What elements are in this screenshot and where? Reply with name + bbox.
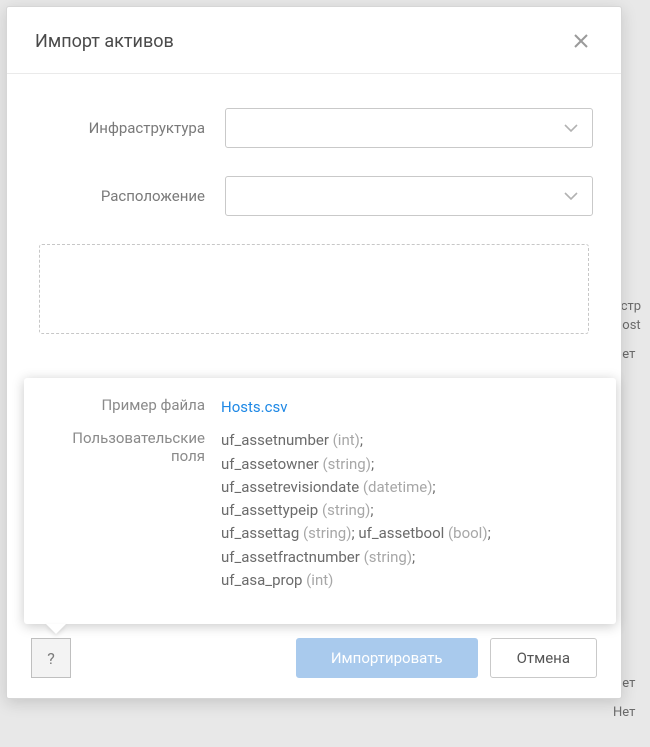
field-name: uf_asa_prop xyxy=(221,571,302,589)
cancel-button[interactable]: Отмена xyxy=(490,638,597,678)
field-type: (datetime) xyxy=(363,478,433,496)
field-type: (bool) xyxy=(448,524,488,542)
chevron-down-icon xyxy=(564,124,578,132)
field-type: (int) xyxy=(306,571,333,589)
dialog-title: Импорт активов xyxy=(35,31,174,52)
chevron-down-icon xyxy=(564,192,578,200)
close-button[interactable] xyxy=(569,29,593,53)
sample-file-link[interactable]: Hosts.csv xyxy=(221,398,287,416)
field-type: (string) xyxy=(323,455,371,473)
custom-fields-row: Пользовательские поля uf_assetnumber (in… xyxy=(46,429,594,592)
custom-fields-list: uf_assetnumber (int);uf_assetowner (stri… xyxy=(221,429,594,592)
close-icon xyxy=(574,34,588,48)
import-button[interactable]: Импортировать xyxy=(296,638,478,678)
field-line: uf_assettypeip (string); xyxy=(221,499,594,522)
field-line: uf_assetnumber (int); xyxy=(221,429,594,452)
field-name: uf_assetbool xyxy=(358,524,444,542)
field-line: uf_assetowner (string); xyxy=(221,453,594,476)
field-line: uf_asa_prop (int) xyxy=(221,569,594,592)
field-line: uf_assetfractnumber (string); xyxy=(221,546,594,569)
field-type: (int) xyxy=(333,431,360,449)
help-button[interactable]: ? xyxy=(31,638,71,678)
infrastructure-select[interactable] xyxy=(225,108,593,148)
field-name: uf_assetfractnumber xyxy=(221,548,360,566)
file-dropzone[interactable] xyxy=(39,244,589,334)
cancel-button-label: Отмена xyxy=(517,649,570,667)
help-icon: ? xyxy=(47,649,55,668)
dialog-footer: ? Импортировать Отмена xyxy=(7,624,621,698)
location-row: Расположение xyxy=(35,176,593,216)
location-label: Расположение xyxy=(35,187,225,205)
field-name: uf_assetnumber xyxy=(221,431,329,449)
field-type: (string) xyxy=(303,524,351,542)
field-name: uf_assettag xyxy=(221,524,299,542)
infrastructure-row: Инфраструктура xyxy=(35,108,593,148)
help-popover: Пример файла Hosts.csv Пользовательские … xyxy=(24,378,616,624)
field-type: (string) xyxy=(364,548,412,566)
infrastructure-label: Инфраструктура xyxy=(35,119,225,137)
dialog-header: Импорт активов xyxy=(7,7,621,74)
sample-file-row: Пример файла Hosts.csv xyxy=(46,396,594,419)
field-name: uf_assettypeip xyxy=(221,501,318,519)
field-name: uf_assetowner xyxy=(221,455,319,473)
custom-fields-label: Пользовательские поля xyxy=(46,429,221,592)
field-line: uf_assettag (string); uf_assetbool (bool… xyxy=(221,522,594,545)
bg-text: Нет xyxy=(610,705,650,720)
import-button-label: Импортировать xyxy=(331,649,443,667)
field-line: uf_assetrevisiondate (datetime); xyxy=(221,476,594,499)
field-name: uf_assetrevisiondate xyxy=(221,478,359,496)
sample-file-label: Пример файла xyxy=(46,396,221,419)
field-type: (string) xyxy=(322,501,370,519)
location-select[interactable] xyxy=(225,176,593,216)
